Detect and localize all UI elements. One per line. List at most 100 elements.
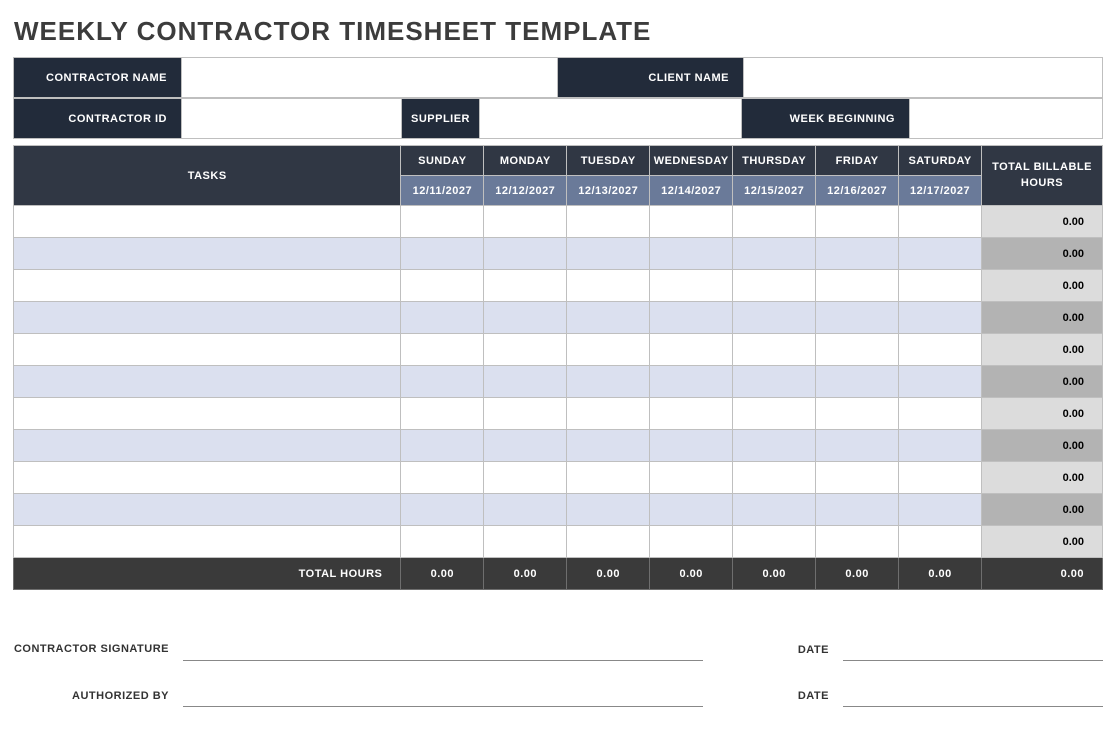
hours-cell[interactable] [484,302,567,334]
hours-cell[interactable] [650,366,733,398]
hours-cell[interactable] [899,398,982,430]
hours-cell[interactable] [650,334,733,366]
hours-cell[interactable] [733,238,816,270]
hours-cell[interactable] [899,526,982,558]
hours-cell[interactable] [401,526,484,558]
hours-cell[interactable] [650,206,733,238]
hours-cell[interactable] [401,494,484,526]
task-cell[interactable] [14,238,401,270]
contractor-name-label: CONTRACTOR NAME [14,58,182,98]
hours-cell[interactable] [401,206,484,238]
hours-cell[interactable] [484,494,567,526]
hours-cell[interactable] [733,302,816,334]
hours-cell[interactable] [816,526,899,558]
hours-cell[interactable] [567,206,650,238]
task-cell[interactable] [14,398,401,430]
hours-cell[interactable] [567,430,650,462]
contractor-id-field[interactable] [182,99,402,139]
date-line-1[interactable] [843,614,1103,660]
total-hours-4: 0.00 [733,558,816,590]
hours-cell[interactable] [484,238,567,270]
hours-cell[interactable] [484,206,567,238]
hours-cell[interactable] [567,334,650,366]
hours-cell[interactable] [401,302,484,334]
hours-cell[interactable] [899,334,982,366]
hours-cell[interactable] [650,238,733,270]
hours-cell[interactable] [733,462,816,494]
hours-cell[interactable] [401,462,484,494]
hours-cell[interactable] [733,206,816,238]
hours-cell[interactable] [816,206,899,238]
hours-cell[interactable] [567,526,650,558]
hours-cell[interactable] [401,334,484,366]
hours-cell[interactable] [650,462,733,494]
hours-cell[interactable] [899,206,982,238]
hours-cell[interactable] [816,494,899,526]
hours-cell[interactable] [650,398,733,430]
hours-cell[interactable] [899,238,982,270]
hours-cell[interactable] [899,430,982,462]
hours-cell[interactable] [816,398,899,430]
hours-cell[interactable] [484,430,567,462]
hours-cell[interactable] [899,366,982,398]
hours-cell[interactable] [401,430,484,462]
authorized-by-line[interactable] [183,660,703,706]
hours-cell[interactable] [567,398,650,430]
hours-cell[interactable] [733,494,816,526]
hours-cell[interactable] [567,302,650,334]
hours-cell[interactable] [650,302,733,334]
hours-cell[interactable] [733,398,816,430]
hours-cell[interactable] [733,334,816,366]
hours-cell[interactable] [816,462,899,494]
task-cell[interactable] [14,302,401,334]
task-cell[interactable] [14,270,401,302]
hours-cell[interactable] [401,366,484,398]
hours-cell[interactable] [567,494,650,526]
hours-cell[interactable] [484,270,567,302]
row-total: 0.00 [982,206,1103,238]
hours-cell[interactable] [816,334,899,366]
week-begin-field[interactable] [910,99,1103,139]
client-name-field[interactable] [744,58,1103,98]
hours-cell[interactable] [650,494,733,526]
task-cell[interactable] [14,206,401,238]
task-cell[interactable] [14,430,401,462]
hours-cell[interactable] [733,270,816,302]
hours-cell[interactable] [484,334,567,366]
hours-cell[interactable] [733,430,816,462]
task-cell[interactable] [14,494,401,526]
hours-cell[interactable] [816,270,899,302]
hours-cell[interactable] [401,398,484,430]
hours-cell[interactable] [733,526,816,558]
hours-cell[interactable] [401,270,484,302]
contractor-name-field[interactable] [182,58,558,98]
hours-cell[interactable] [816,302,899,334]
hours-cell[interactable] [650,430,733,462]
hours-cell[interactable] [899,494,982,526]
task-cell[interactable] [14,462,401,494]
hours-cell[interactable] [567,462,650,494]
hours-cell[interactable] [899,270,982,302]
hours-cell[interactable] [899,462,982,494]
hours-cell[interactable] [816,430,899,462]
hours-cell[interactable] [816,238,899,270]
hours-cell[interactable] [484,366,567,398]
hours-cell[interactable] [401,238,484,270]
task-cell[interactable] [14,334,401,366]
hours-cell[interactable] [484,398,567,430]
hours-cell[interactable] [650,526,733,558]
hours-cell[interactable] [899,302,982,334]
hours-cell[interactable] [567,366,650,398]
supplier-field[interactable] [480,99,742,139]
hours-cell[interactable] [567,238,650,270]
task-cell[interactable] [14,366,401,398]
date-line-2[interactable] [843,660,1103,706]
hours-cell[interactable] [733,366,816,398]
hours-cell[interactable] [816,366,899,398]
hours-cell[interactable] [484,526,567,558]
task-cell[interactable] [14,526,401,558]
hours-cell[interactable] [567,270,650,302]
contractor-signature-line[interactable] [183,614,703,660]
hours-cell[interactable] [484,462,567,494]
hours-cell[interactable] [650,270,733,302]
